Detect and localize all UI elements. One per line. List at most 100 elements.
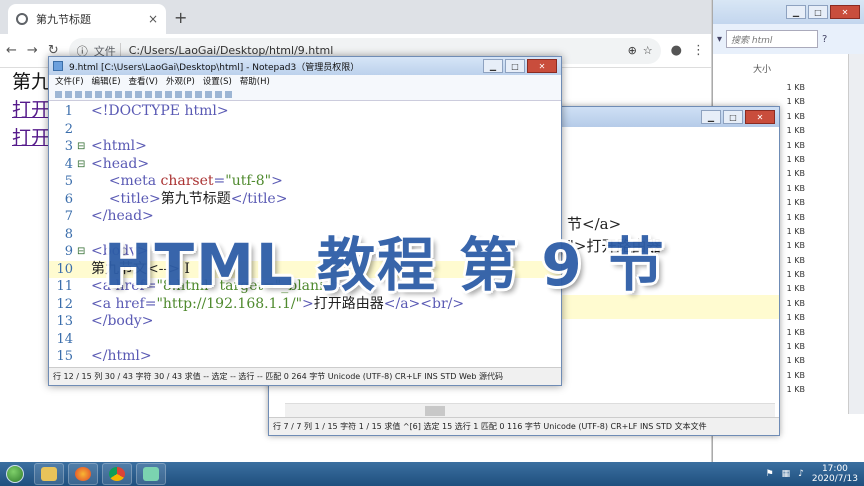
code-token: <!DOCTYPE html> [91,103,229,119]
profile-icon[interactable]: ● [671,43,682,58]
maximize-icon[interactable]: □ [505,59,525,73]
menu-item[interactable]: 设置(S) [203,75,232,89]
cut-icon[interactable] [115,91,122,98]
tab-title: 第九节标题 [36,13,91,26]
line-number: 5 [64,174,73,189]
replace-icon[interactable] [155,91,162,98]
chevron-down-icon[interactable]: ▾ [717,34,722,45]
system-tray: ⚑ ▦ ♪ 17:00 2020/7/13 [766,464,864,484]
new-tab-button[interactable]: + [174,8,187,27]
open-icon[interactable] [65,91,72,98]
line-number: 14 [56,331,73,347]
taskbar-chrome[interactable] [102,463,132,485]
status-bar: 行 7 / 7 列 1 / 15 字符 1 / 15 求值 ^[6] 选定 15… [269,417,779,435]
help-icon[interactable]: ? [822,34,827,45]
toolbar [49,89,561,101]
settings-icon[interactable] [215,91,222,98]
code-token: <title> [108,190,161,207]
flag-icon[interactable]: ⚑ [766,469,774,479]
horizontal-scrollbar[interactable] [285,403,775,417]
star-icon[interactable]: ☆ [643,44,653,57]
forward-arrow-icon[interactable]: → [27,43,38,58]
close-icon[interactable]: ✕ [745,110,775,124]
file-size-cell[interactable]: 1 KB [713,81,805,95]
menu-item[interactable]: 帮助(H) [240,75,270,89]
minimize-icon[interactable]: ▁ [786,5,806,19]
taskbar: ⚑ ▦ ♪ 17:00 2020/7/13 [0,462,864,486]
menu-item[interactable]: 文件(F) [55,75,84,89]
line-number: 4 [64,156,73,172]
code-token: 第九节标题 [160,190,231,207]
back-arrow-icon[interactable]: ← [6,43,17,58]
scheme-icon[interactable] [205,91,212,98]
notepad-app-icon [53,61,63,71]
code-token: <html> [91,138,147,154]
new-file-icon[interactable] [55,91,62,98]
taskbar-firefox[interactable] [68,463,98,485]
print-icon[interactable] [85,91,92,98]
explorer-search-input[interactable]: 搜索 html [726,30,819,48]
status-bar: 行 12 / 15 列 30 / 43 字符 30 / 43 求值 -- 选定 … [49,367,561,385]
clock[interactable]: 17:00 2020/7/13 [812,464,858,484]
line-number: 12 [56,296,73,312]
clock-date: 2020/7/13 [811,474,858,484]
line-number: 1 [64,104,73,119]
code-token: <meta [108,173,161,189]
wrap-icon[interactable] [165,91,172,98]
chrome-icon [109,467,125,481]
save-icon[interactable] [75,91,82,98]
notepad-front-titlebar: 9.html [C:\Users\LaoGai\Desktop\html] - … [49,57,561,75]
close-tab-icon[interactable]: × [148,12,158,26]
code-token: charset [160,173,214,189]
menu-bar: 文件(F) 编辑(E) 查看(V) 外观(P) 设置(S) 帮助(H) [49,75,561,89]
redo-icon[interactable] [105,91,112,98]
scroll-thumb[interactable] [425,406,445,416]
browser-tab-bar: 第九节标题 × + [0,0,711,34]
folder-icon [41,467,57,481]
fullscreen-icon[interactable] [225,91,232,98]
browser-tab[interactable]: 第九节标题 × [8,4,166,34]
fold-toggle-icon[interactable]: ⊟ [77,243,85,261]
code-line: <!DOCTYPE html> [91,103,229,121]
bookmark-icon[interactable] [175,91,182,98]
notepad-icon [143,467,159,481]
fold-toggle-icon[interactable]: ⊟ [77,138,85,156]
paste-icon[interactable] [135,91,142,98]
maximize-icon[interactable]: □ [723,110,743,124]
window-title: 9.html [C:\Users\LaoGai\Desktop\html] - … [69,62,360,73]
line-number: 10 [56,261,73,277]
tutorial-banner: HTML 教程 第 9 节 [104,231,666,299]
maximize-icon[interactable]: □ [808,5,828,19]
windows-logo-icon [6,465,24,483]
zoom-in-icon[interactable] [185,91,192,98]
menu-item[interactable]: 编辑(E) [92,75,121,89]
taskbar-explorer[interactable] [34,463,64,485]
copy-icon[interactable] [125,91,132,98]
find-icon[interactable] [145,91,152,98]
close-icon[interactable]: ✕ [527,59,557,73]
close-icon[interactable]: ✕ [830,5,860,19]
menu-item[interactable]: 查看(V) [129,75,158,89]
code-token: </html> [91,348,152,364]
taskbar-notepad[interactable] [136,463,166,485]
code-line: <head> [91,156,149,174]
minimize-icon[interactable]: ▁ [701,110,721,124]
start-button[interactable] [0,463,30,485]
size-column-header[interactable]: 大小 [713,54,864,81]
zoom-out-icon[interactable] [195,91,202,98]
menu-dots-icon[interactable]: ⋮ [692,43,705,58]
code-token: </title> [230,190,288,207]
volume-icon[interactable]: ♪ [798,469,804,479]
menu-item[interactable]: 外观(P) [166,75,195,89]
explorer-toolbar: ▾ 搜索 html ? [713,24,864,54]
minimize-icon[interactable]: ▁ [483,59,503,73]
explorer-scrollbar[interactable] [848,54,864,414]
fold-toggle-icon[interactable]: ⊟ [77,156,85,174]
network-icon[interactable]: ▦ [782,469,791,479]
zoom-icon[interactable]: ⊕ [628,44,637,57]
undo-icon[interactable] [95,91,102,98]
line-number: 3 [64,139,73,154]
line-number: 2 [64,121,73,137]
